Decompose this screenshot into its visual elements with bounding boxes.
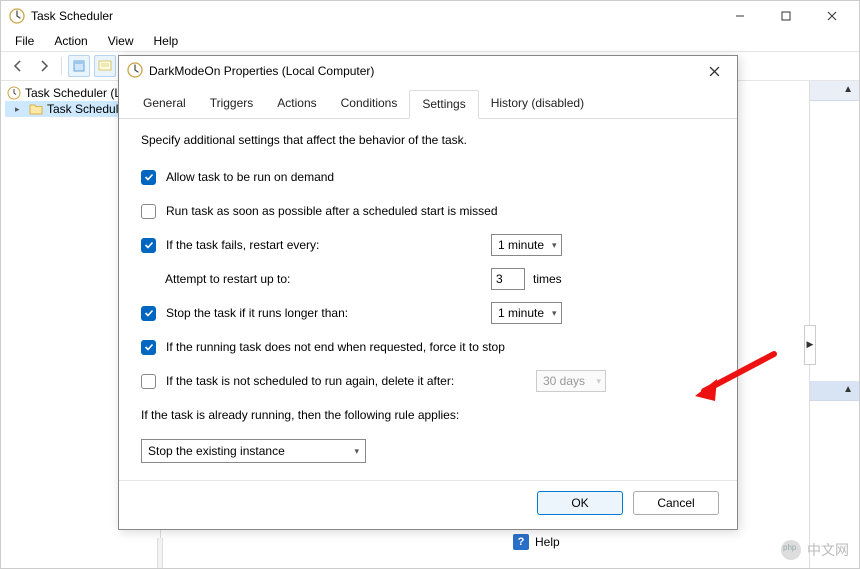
label-run-asap: Run task as soon as possible after a sch…	[166, 204, 498, 218]
label-times: times	[533, 272, 562, 286]
chevron-down-icon: ▾	[596, 376, 601, 387]
combo-rule-value: Stop the existing instance	[148, 444, 285, 458]
row-stop-longer: Stop the task if it runs longer than: 1 …	[141, 303, 715, 323]
chevron-down-icon: ▾	[552, 240, 557, 251]
actions-panel: ▲ ▶ ▲	[809, 81, 859, 568]
label-restart-fail: If the task fails, restart every:	[166, 238, 319, 252]
menu-file[interactable]: File	[7, 32, 42, 50]
chevron-down-icon: ▾	[552, 308, 557, 319]
row-run-asap: Run task as soon as possible after a sch…	[141, 201, 715, 221]
watermark-text: 中文网	[807, 540, 849, 560]
ok-button[interactable]: OK	[537, 491, 623, 515]
clock-icon	[127, 62, 143, 81]
tab-settings[interactable]: Settings	[409, 90, 478, 119]
dialog-titlebar: DarkModeOn Properties (Local Computer)	[119, 56, 737, 86]
expand-handle[interactable]: ▶	[804, 325, 816, 365]
label-force-stop: If the running task does not end when re…	[166, 340, 505, 354]
row-allow-demand: Allow task to be run on demand	[141, 167, 715, 187]
run-button[interactable]	[94, 55, 116, 77]
dialog-tabs: General Triggers Actions Conditions Sett…	[119, 90, 737, 119]
forward-button[interactable]	[33, 55, 55, 77]
label-delete-after: If the task is not scheduled to run agai…	[166, 374, 454, 388]
help-row[interactable]: ? Help	[513, 534, 560, 550]
combo-delete-after: 30 days ▾	[536, 370, 606, 392]
label-stop-longer: Stop the task if it runs longer than:	[166, 306, 348, 320]
settings-description: Specify additional settings that affect …	[141, 133, 715, 147]
row-restart-fail: If the task fails, restart every: 1 minu…	[141, 235, 715, 255]
cancel-label: Cancel	[657, 496, 694, 510]
label-already-running: If the task is already running, then the…	[141, 408, 459, 422]
dialog-title: DarkModeOn Properties (Local Computer)	[149, 64, 699, 78]
tab-history[interactable]: History (disabled)	[479, 90, 596, 118]
checkbox-allow-demand[interactable]	[141, 170, 156, 185]
cancel-button[interactable]: Cancel	[633, 491, 719, 515]
menu-view[interactable]: View	[100, 32, 142, 50]
close-button[interactable]	[809, 1, 855, 31]
help-label: Help	[535, 535, 560, 549]
maximize-button[interactable]	[763, 1, 809, 31]
window-controls	[717, 1, 855, 31]
checkbox-restart-fail[interactable]	[141, 238, 156, 253]
watermark: 中文网	[781, 540, 849, 560]
watermark-logo	[781, 540, 801, 560]
tab-triggers[interactable]: Triggers	[198, 90, 266, 118]
ok-label: OK	[571, 496, 588, 510]
row-force-stop: If the running task does not end when re…	[141, 337, 715, 357]
tree-child-label: Task Schedul	[47, 102, 118, 116]
tab-actions[interactable]: Actions	[265, 90, 328, 118]
actions-header-1[interactable]: ▲	[810, 81, 859, 101]
tab-conditions[interactable]: Conditions	[329, 90, 410, 118]
properties-dialog: DarkModeOn Properties (Local Computer) G…	[118, 55, 738, 530]
back-button[interactable]	[7, 55, 29, 77]
chevron-down-icon: ▾	[354, 446, 359, 457]
checkbox-force-stop[interactable]	[141, 340, 156, 355]
menubar: File Action View Help	[1, 31, 859, 51]
checkbox-delete-after[interactable]	[141, 374, 156, 389]
input-restart-attempts[interactable]: 3	[491, 268, 525, 290]
clock-icon	[9, 8, 25, 24]
dialog-body: Specify additional settings that affect …	[119, 119, 737, 480]
combo-delete-value: 30 days	[543, 374, 585, 388]
caret-up-icon: ▲	[843, 384, 853, 395]
checkbox-stop-longer[interactable]	[141, 306, 156, 321]
actions-header-2[interactable]: ▲	[810, 381, 859, 401]
menu-help[interactable]: Help	[146, 32, 187, 50]
folder-icon	[29, 102, 43, 116]
combo-rule[interactable]: Stop the existing instance ▾	[141, 439, 366, 463]
combo-restart-interval[interactable]: 1 minute ▾	[491, 234, 562, 256]
properties-button[interactable]	[68, 55, 90, 77]
menu-action[interactable]: Action	[46, 32, 95, 50]
tab-general[interactable]: General	[131, 90, 198, 118]
help-icon: ?	[513, 534, 529, 550]
combo-stop-value: 1 minute	[498, 306, 544, 320]
toolbar-separator	[61, 57, 62, 75]
window-title: Task Scheduler	[31, 9, 717, 23]
caret-up-icon: ▲	[843, 84, 853, 95]
combo-restart-value: 1 minute	[498, 238, 544, 252]
label-restart-attempts: Attempt to restart up to:	[165, 272, 290, 286]
dialog-close-button[interactable]	[699, 57, 729, 85]
tree-root-label: Task Scheduler (L	[25, 86, 121, 100]
row-restart-attempts: Attempt to restart up to: 3 times	[141, 269, 715, 289]
expand-icon[interactable]: ▸	[15, 104, 25, 115]
checkbox-run-asap[interactable]	[141, 204, 156, 219]
dialog-footer: OK Cancel	[119, 480, 737, 529]
combo-stop-duration[interactable]: 1 minute ▾	[491, 302, 562, 324]
titlebar: Task Scheduler	[1, 1, 859, 31]
label-allow-demand: Allow task to be run on demand	[166, 170, 334, 184]
clock-icon	[7, 86, 21, 100]
row-already-running: If the task is already running, then the…	[141, 405, 715, 425]
row-delete-after: If the task is not scheduled to run agai…	[141, 371, 715, 391]
restart-attempts-value: 3	[496, 272, 503, 286]
minimize-button[interactable]	[717, 1, 763, 31]
splitter[interactable]	[157, 538, 163, 568]
